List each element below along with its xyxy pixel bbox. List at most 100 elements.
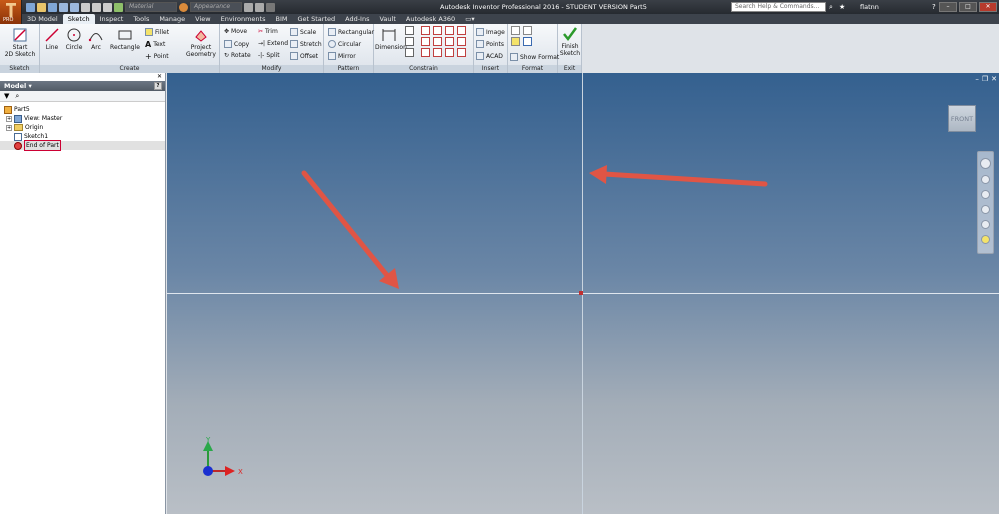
undo-icon[interactable] — [59, 2, 68, 12]
offset-button[interactable]: Offset — [290, 52, 318, 60]
rectangle-button[interactable]: Rectangle — [108, 27, 142, 51]
trim-button[interactable]: ✂ Trim — [258, 28, 278, 35]
finish-sketch-button[interactable]: Finish Sketch — [559, 26, 581, 57]
smooth-icon[interactable] — [433, 48, 442, 57]
browser-close-icon[interactable]: ✕ — [157, 73, 162, 80]
appearance-dropdown[interactable]: Appearance — [190, 2, 242, 12]
new-file-icon[interactable] — [26, 2, 35, 12]
material-dropdown[interactable]: Material — [125, 2, 177, 12]
help-icon[interactable]: ? — [932, 3, 936, 11]
fix-icon[interactable] — [457, 26, 466, 35]
point-button[interactable]: + Point — [145, 52, 169, 61]
points-button[interactable]: Points — [476, 40, 504, 48]
close-button[interactable]: ✕ — [979, 2, 997, 12]
collinear-icon[interactable] — [433, 26, 442, 35]
tree-node-part[interactable]: Part5 — [0, 105, 165, 114]
tab-get-started[interactable]: Get Started — [292, 14, 340, 24]
tab-add-ins[interactable]: Add-Ins — [340, 14, 374, 24]
application-menu-button[interactable]: PRO — [0, 0, 22, 24]
tab-autodesk-a360[interactable]: Autodesk A360 — [401, 14, 460, 24]
tab-vault[interactable]: Vault — [374, 14, 400, 24]
split-button[interactable]: -|- Split — [258, 52, 280, 59]
start-2d-sketch-button[interactable]: Start 2D Sketch — [3, 27, 37, 58]
rotate-button[interactable]: ↻ Rotate — [224, 52, 251, 59]
driven-dimension-icon[interactable] — [523, 37, 532, 46]
panel-title[interactable]: Create — [40, 65, 219, 73]
browser-help-icon[interactable]: ? — [154, 82, 162, 90]
tangent-icon[interactable] — [421, 48, 430, 57]
open-file-icon[interactable] — [37, 2, 46, 12]
project-geometry-button[interactable]: Project Geometry — [184, 27, 218, 58]
centerline-icon[interactable] — [523, 26, 532, 35]
image-button[interactable]: Image — [476, 28, 505, 36]
mirror-button[interactable]: Mirror — [328, 52, 356, 60]
show-constraints-icon[interactable] — [405, 37, 414, 46]
appearance-icon[interactable] — [179, 2, 188, 12]
tree-node-origin[interactable]: + Origin — [0, 123, 165, 132]
show-format-button[interactable]: Show Format — [510, 53, 559, 61]
dimension-button[interactable]: Dimension — [375, 27, 407, 51]
tree-node-view[interactable]: + View: Master — [0, 114, 165, 123]
rectangular-pattern-button[interactable]: Rectangular — [328, 28, 374, 36]
tab-environments[interactable]: Environments — [216, 14, 271, 24]
user-name[interactable]: flatnn — [860, 3, 879, 11]
center-point-icon[interactable] — [511, 37, 520, 46]
tree-node-end-of-part[interactable]: End of Part — [0, 140, 165, 151]
measure-icon[interactable] — [103, 2, 112, 12]
stretch-button[interactable]: Stretch — [290, 40, 322, 48]
tab-manage[interactable]: Manage — [154, 14, 190, 24]
image-icon — [476, 28, 484, 36]
favorites-icon[interactable]: ★ — [839, 3, 845, 11]
fillet-button[interactable]: Fillet — [145, 28, 169, 36]
tab-bim[interactable]: BIM — [270, 14, 292, 24]
expand-icon[interactable]: + — [6, 115, 12, 122]
tab-tools[interactable]: Tools — [128, 14, 154, 24]
find-icon[interactable]: ⌕ — [15, 92, 19, 100]
tab-view[interactable]: View — [190, 14, 215, 24]
minimize-button[interactable]: – — [939, 2, 957, 12]
concentric-icon[interactable] — [445, 26, 454, 35]
graphics-viewport[interactable]: – ❐ ✕ FRONT Y X — [167, 73, 999, 514]
ribbon-display-toggle-icon[interactable]: ▭▾ — [460, 14, 479, 24]
perpendicular-icon[interactable] — [433, 37, 442, 46]
copy-button[interactable]: Copy — [224, 40, 249, 48]
clear-override-icon[interactable] — [244, 2, 253, 12]
binoculars-icon[interactable]: ⌕ — [829, 3, 833, 12]
auto-dimension-icon[interactable] — [405, 26, 414, 35]
select-icon[interactable] — [114, 2, 123, 12]
constraint-settings-icon[interactable] — [405, 48, 414, 57]
tab-inspect[interactable]: Inspect — [95, 14, 129, 24]
search-input[interactable]: Search Help & Commands... — [731, 2, 826, 12]
symmetric-icon[interactable] — [445, 48, 454, 57]
panel-title[interactable]: Constrain — [374, 65, 473, 73]
acad-button[interactable]: ACAD — [476, 52, 503, 60]
extend-button[interactable]: →| Extend — [258, 40, 288, 47]
horizontal-icon[interactable] — [445, 37, 454, 46]
coincident-icon[interactable] — [421, 26, 430, 35]
save-icon[interactable] — [48, 2, 57, 12]
inventor-logo-icon — [6, 3, 16, 17]
move-button[interactable]: ✥ Move — [224, 28, 247, 35]
line-button[interactable]: Line — [42, 27, 62, 51]
scale-button[interactable]: Scale — [290, 28, 316, 36]
circle-button[interactable]: Circle — [64, 27, 84, 51]
browser-header[interactable]: Model ▾ ? — [0, 81, 165, 91]
vertical-icon[interactable] — [457, 37, 466, 46]
arc-button[interactable]: Arc — [86, 27, 106, 51]
adjust-icon[interactable] — [255, 2, 264, 12]
filter-icon[interactable]: ▼ — [4, 92, 9, 100]
circular-pattern-button[interactable]: Circular — [328, 40, 361, 48]
expand-icon[interactable]: + — [6, 124, 12, 131]
maximize-button[interactable]: □ — [959, 2, 977, 12]
tab-sketch[interactable]: Sketch — [62, 14, 95, 24]
text-button[interactable]: A Text — [145, 40, 165, 49]
parallel-icon[interactable] — [421, 37, 430, 46]
home-icon[interactable] — [81, 2, 90, 12]
redo-icon[interactable] — [70, 2, 79, 12]
equal-icon[interactable] — [457, 48, 466, 57]
panel-title[interactable]: Format — [508, 65, 557, 73]
update-icon[interactable] — [92, 2, 101, 12]
customize-icon[interactable] — [266, 2, 275, 12]
tab-3d-model[interactable]: 3D Model — [22, 14, 63, 24]
construction-icon[interactable] — [511, 26, 520, 35]
